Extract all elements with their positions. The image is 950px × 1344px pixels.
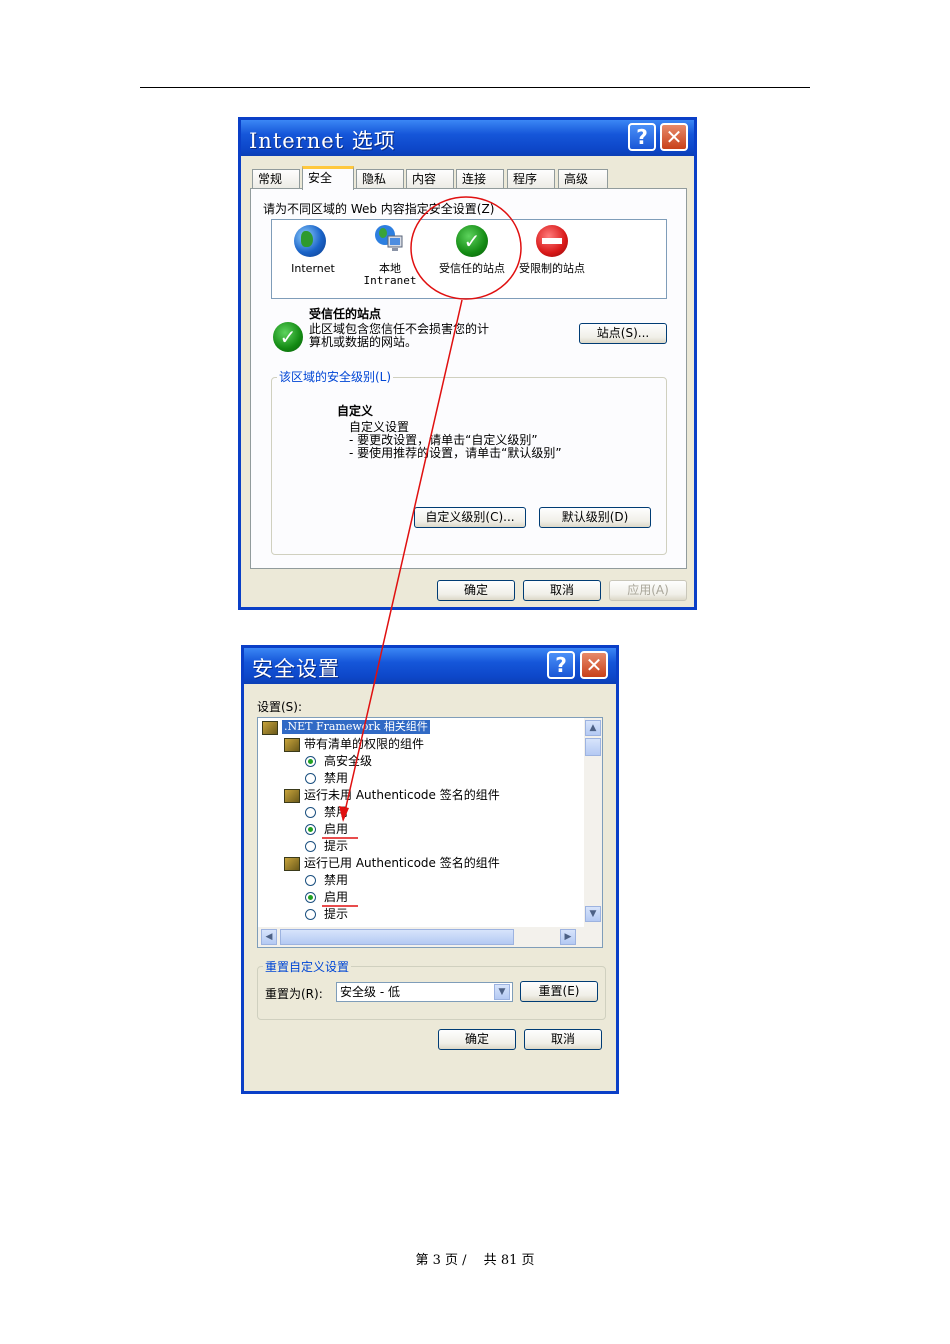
tab-privacy[interactable]: 隐私 — [356, 169, 404, 189]
tree-group-3: 运行已用 Authenticode 签名的组件 — [304, 856, 500, 870]
security-settings-dialog: 安全设置 ? ✕ 设置(S): .NET Framework 相关组件 带有清单… — [241, 645, 619, 1094]
reset-button[interactable]: 重置(E) — [520, 981, 598, 1002]
radio-disable-1[interactable] — [305, 773, 316, 784]
zone-local-intranet-label: 本地 Intranet — [363, 262, 417, 287]
radio-prompt-2[interactable] — [305, 841, 316, 852]
option-high-security: 高安全级 — [324, 754, 373, 768]
tab-content[interactable]: 内容 — [406, 169, 454, 189]
zone-restricted-sites-label: 受限制的站点 — [519, 262, 585, 275]
option-prompt-2: 提示 — [324, 839, 349, 853]
option-disable-1: 禁用 — [324, 771, 349, 785]
security-level-group — [271, 377, 667, 555]
horizontal-scroll-thumb[interactable] — [280, 929, 514, 945]
level-line-3: - 要使用推荐的设置，请单击“默认级别” — [349, 446, 562, 460]
sites-button[interactable]: 站点(S)... — [579, 323, 667, 344]
tab-connections[interactable]: 连接 — [456, 169, 504, 189]
reset-to-select[interactable]: 安全级 - 低 — [336, 982, 513, 1002]
page-footer: 第 3 页 / 共 81 页 — [415, 1253, 535, 1268]
radio-prompt-3[interactable] — [305, 909, 316, 920]
option-disable-3: 禁用 — [324, 873, 349, 887]
zone-trusted-sites-label: 受信任的站点 — [439, 262, 505, 275]
cancel-button[interactable]: 取消 — [523, 580, 601, 601]
tab-security[interactable]: 安全 — [302, 166, 354, 190]
chevron-down-icon[interactable]: ▼ — [494, 984, 510, 1000]
component-icon — [284, 738, 300, 752]
security-level-label: 该区域的安全级别(L) — [277, 368, 394, 385]
scroll-right-arrow-icon[interactable]: ▶ — [560, 929, 576, 945]
vertical-scroll-thumb[interactable] — [585, 738, 601, 756]
no-entry-icon — [536, 225, 568, 257]
security-settings-titlebar: 安全设置 ? ✕ — [244, 648, 616, 684]
selected-zone-desc-2: 算机或数据的网站。 — [309, 335, 418, 349]
internet-options-titlebar: Internet 选项 ? ✕ — [241, 120, 694, 156]
reset-group-label: 重置自定义设置 — [263, 958, 352, 975]
close-button[interactable]: ✕ — [660, 123, 688, 151]
tab-general[interactable]: 常规 — [252, 169, 300, 189]
component-icon — [284, 857, 300, 871]
scroll-up-arrow-icon[interactable]: ▲ — [585, 720, 601, 736]
scroll-left-arrow-icon[interactable]: ◀ — [261, 929, 277, 945]
tree-group-1: 带有清单的权限的组件 — [304, 737, 425, 751]
custom-level-button[interactable]: 自定义级别(C)... — [414, 507, 526, 528]
component-icon — [262, 721, 278, 735]
radio-enable-3[interactable] — [305, 892, 316, 903]
security-tab-panel: 请为不同区域的 Web 内容指定安全设置(Z) Internet 本地 Intr… — [250, 188, 687, 569]
header-rule — [140, 87, 810, 88]
option-enable-2: 启用 — [324, 822, 349, 836]
help-button[interactable]: ? — [628, 123, 656, 151]
tab-advanced[interactable]: 高级 — [558, 169, 608, 189]
tree-root[interactable]: .NET Framework 相关组件 — [282, 720, 430, 734]
option-disable-2: 禁用 — [324, 805, 349, 819]
checkmark-icon: ✓ — [456, 225, 488, 257]
tree-group-2: 运行未用 Authenticode 签名的组件 — [304, 788, 500, 802]
option-prompt-3: 提示 — [324, 907, 349, 921]
default-level-button[interactable]: 默认级别(D) — [539, 507, 651, 528]
ok-button[interactable]: 确定 — [437, 580, 515, 601]
radio-disable-2[interactable] — [305, 807, 316, 818]
radio-enable-2[interactable] — [305, 824, 316, 835]
help-button[interactable]: ? — [547, 651, 575, 679]
internet-options-dialog: Internet 选项 ? ✕ 常规 安全 隐私 内容 连接 程序 高级 请为不… — [238, 117, 697, 610]
zone-prompt: 请为不同区域的 Web 内容指定安全设置(Z) — [263, 202, 495, 216]
tab-programs[interactable]: 程序 — [507, 169, 555, 189]
zone-list: Internet 本地 Intranet ✓ 受信任的站点 受限制的站点 — [271, 219, 667, 299]
option-enable-3: 启用 — [324, 890, 349, 904]
reset-to-label: 重置为(R): — [265, 987, 323, 1001]
zone-internet-label: Internet — [291, 262, 335, 275]
scroll-down-arrow-icon[interactable]: ▼ — [585, 906, 601, 922]
security-settings-title: 安全设置 — [252, 657, 340, 681]
trusted-sites-large-icon: ✓ — [273, 322, 303, 352]
apply-button[interactable]: 应用(A) — [609, 580, 687, 601]
level-title: 自定义 — [337, 404, 374, 418]
cancel-button[interactable]: 取消 — [524, 1029, 602, 1050]
internet-options-title: Internet 选项 — [249, 129, 396, 153]
component-icon — [284, 789, 300, 803]
radio-disable-3[interactable] — [305, 875, 316, 886]
local-intranet-icon — [375, 225, 403, 251]
settings-tree[interactable]: .NET Framework 相关组件 带有清单的权限的组件 高安全级 禁用 运… — [257, 717, 603, 948]
close-button[interactable]: ✕ — [580, 651, 608, 679]
radio-high-security[interactable] — [305, 756, 316, 767]
settings-label: 设置(S): — [257, 700, 303, 714]
globe-icon — [294, 225, 326, 257]
ok-button[interactable]: 确定 — [438, 1029, 516, 1050]
